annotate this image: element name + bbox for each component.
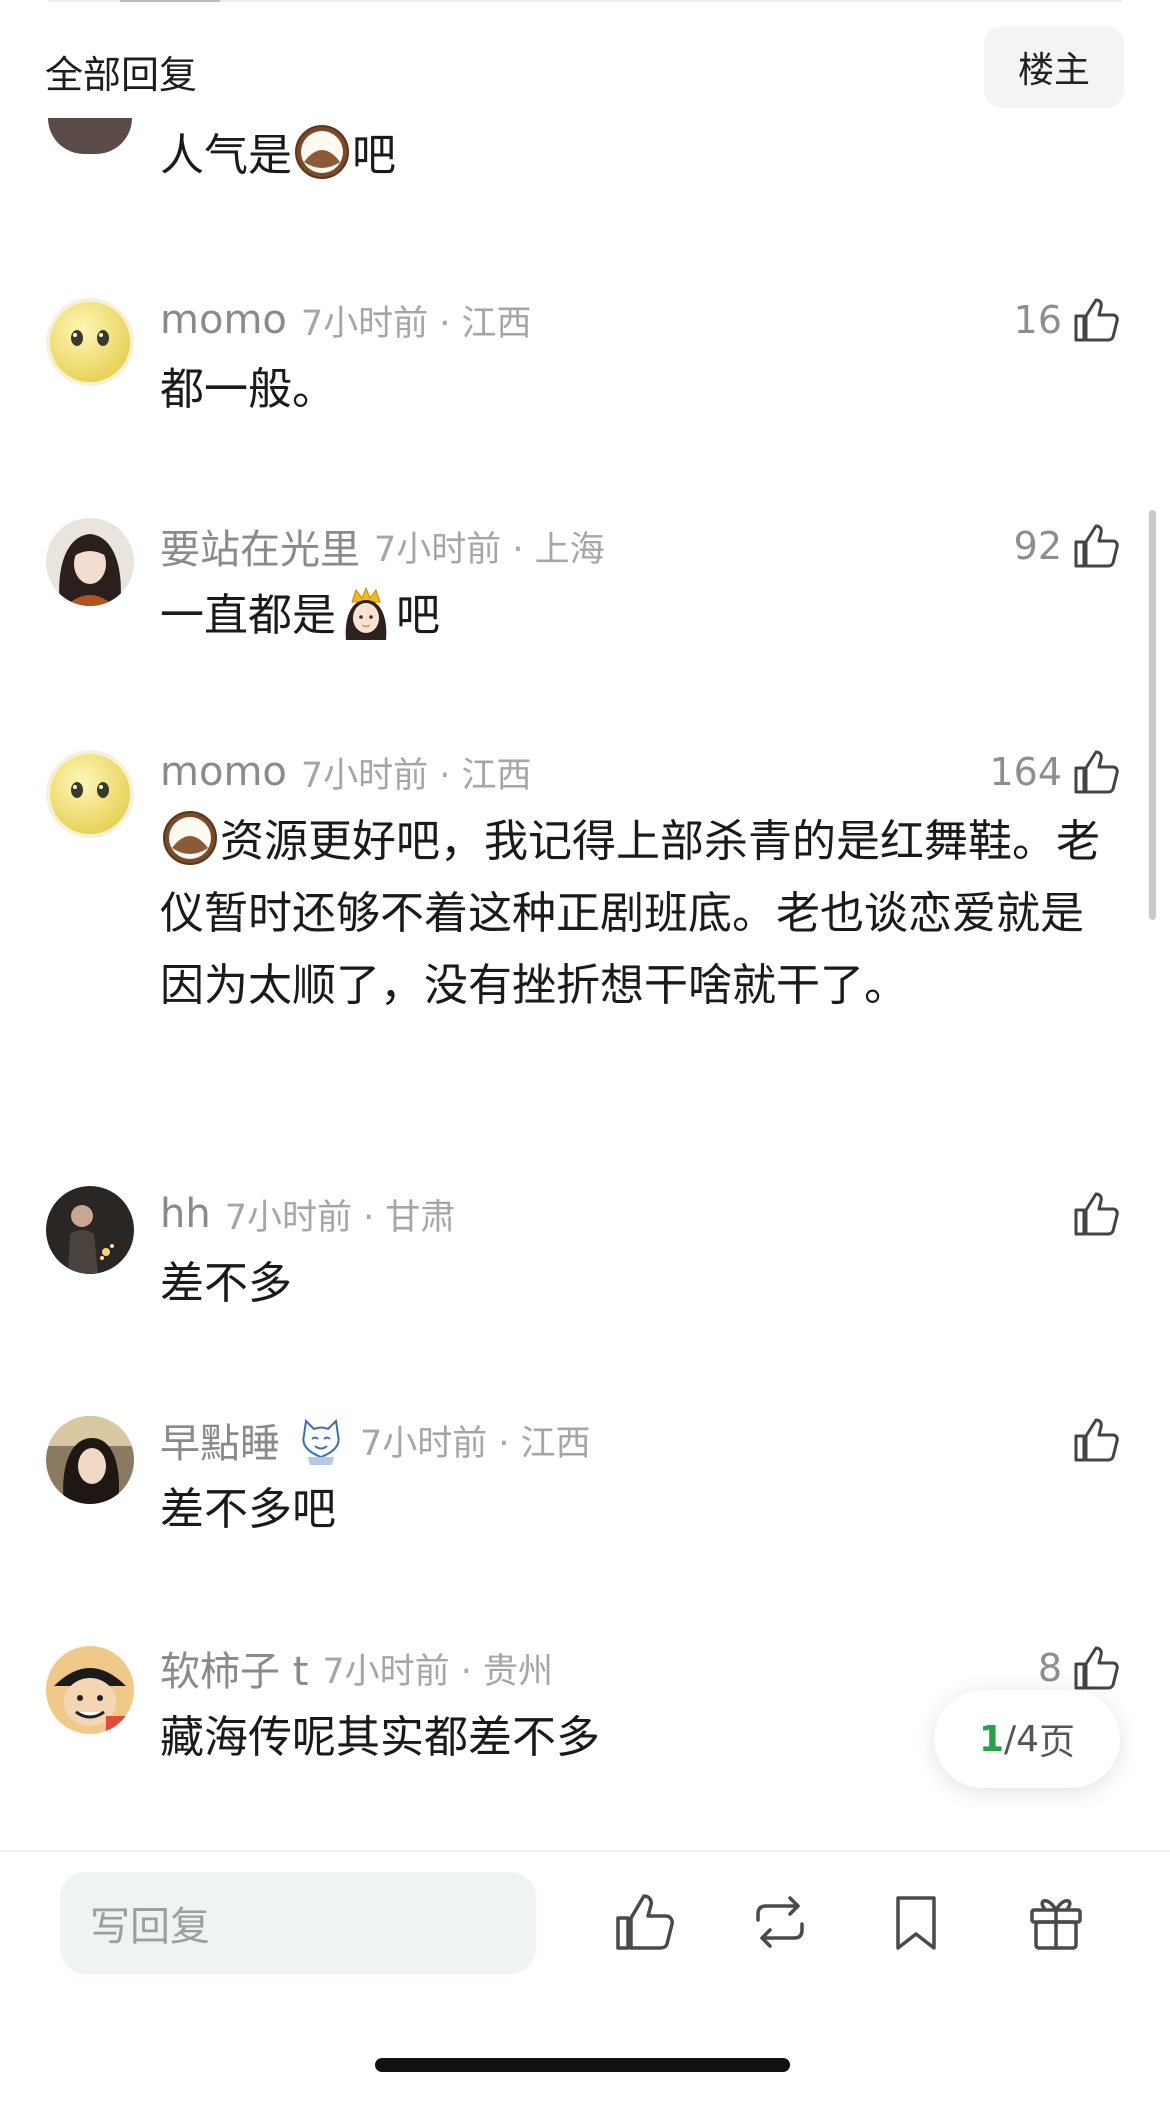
coconut-emoji — [295, 125, 349, 179]
like-button[interactable]: 164 — [989, 744, 1122, 800]
bookmark-icon[interactable] — [884, 1890, 948, 1954]
bottom-bar-divider — [0, 1850, 1170, 1852]
username[interactable]: hh — [160, 1191, 211, 1237]
cat-badge-icon — [302, 1418, 340, 1465]
reply-input[interactable]: 写回复 — [60, 1872, 536, 1974]
thumbs-up-icon — [1074, 1192, 1119, 1236]
username[interactable]: 软柿子 t — [160, 1639, 308, 1697]
gift-icon[interactable] — [1024, 1890, 1088, 1954]
like-button[interactable]: 92 — [1014, 518, 1122, 574]
like-button[interactable] — [1062, 1412, 1122, 1468]
timestamp-location: 7小时前 · 江西 — [300, 303, 532, 344]
timestamp-location: 7小时前 · 贵州 — [322, 1651, 554, 1692]
tab-indicator — [120, 0, 220, 2]
avatar[interactable] — [48, 118, 132, 154]
comment-meta: hh 7小时前 · 甘肃 — [160, 1186, 455, 1242]
like-count: 164 — [989, 750, 1062, 794]
comment-text: 差不多 — [160, 1258, 292, 1309]
username[interactable]: momo — [160, 297, 287, 343]
total-pages: 4 — [1016, 1718, 1040, 1760]
comment-text: 差不多吧 — [160, 1484, 336, 1535]
thumbs-up-icon — [1074, 750, 1119, 794]
scrollbar[interactable] — [1149, 510, 1156, 920]
repost-icon[interactable] — [748, 1890, 812, 1954]
comment-meta: momo 7小时前 · 江西 — [160, 292, 532, 348]
comment-text: 资源更好吧，我记得上部杀青的是红舞鞋。老仪暂时还够不着这种正剧班底。老也谈恋爱就… — [160, 806, 1100, 1022]
princess-emoji — [345, 586, 387, 640]
avatar[interactable] — [46, 750, 134, 838]
thumbs-up-icon — [1074, 298, 1119, 342]
comment-meta: 软柿子 t 7小时前 · 贵州 — [160, 1640, 553, 1696]
like-count: 92 — [1013, 524, 1062, 568]
like-count: 16 — [1013, 298, 1062, 342]
page-title: 全部回复 — [45, 53, 198, 97]
avatar[interactable] — [46, 518, 134, 606]
timestamp-location: 7小时前 · 甘肃 — [224, 1197, 456, 1238]
like-count: 8 — [1037, 1646, 1062, 1690]
comment-meta: 早點睡 7小时前 · 江西 — [160, 1412, 591, 1468]
comment-text: 人气是吧 — [160, 120, 1100, 192]
thumbs-up-icon[interactable] — [612, 1890, 676, 1954]
comment-meta: 要站在光里 7小时前 · 上海 — [160, 518, 605, 574]
avatar[interactable] — [46, 298, 134, 386]
avatar[interactable] — [46, 1646, 134, 1734]
thumbs-up-icon — [1074, 1418, 1119, 1462]
avatar[interactable] — [46, 1186, 134, 1274]
comment-meta: momo 7小时前 · 江西 — [160, 744, 532, 800]
header-divider — [48, 0, 1122, 2]
op-only-button[interactable]: 楼主 — [984, 26, 1124, 108]
username[interactable]: 早點睡 — [160, 1411, 280, 1469]
username[interactable]: momo — [160, 749, 287, 795]
username[interactable]: 要站在光里 — [160, 517, 360, 575]
like-button[interactable]: 8 — [1038, 1640, 1122, 1696]
like-button[interactable]: 16 — [1014, 292, 1122, 348]
thumbs-up-icon — [1074, 524, 1119, 568]
thumbs-up-icon — [1074, 1646, 1119, 1690]
comment-text: 都一般。 — [160, 364, 336, 415]
current-page: 1 — [978, 1718, 1004, 1760]
timestamp-location: 7小时前 · 江西 — [360, 1423, 591, 1464]
coconut-emoji — [163, 811, 217, 865]
avatar[interactable] — [46, 1416, 134, 1504]
timestamp-location: 7小时前 · 上海 — [374, 529, 605, 570]
timestamp-location: 7小时前 · 江西 — [300, 755, 532, 796]
home-indicator[interactable] — [375, 2058, 790, 2072]
page-indicator[interactable]: 1/4 页 — [934, 1690, 1120, 1788]
comment-text: 一直都是吧 — [160, 580, 1100, 652]
like-button[interactable] — [1062, 1186, 1122, 1242]
